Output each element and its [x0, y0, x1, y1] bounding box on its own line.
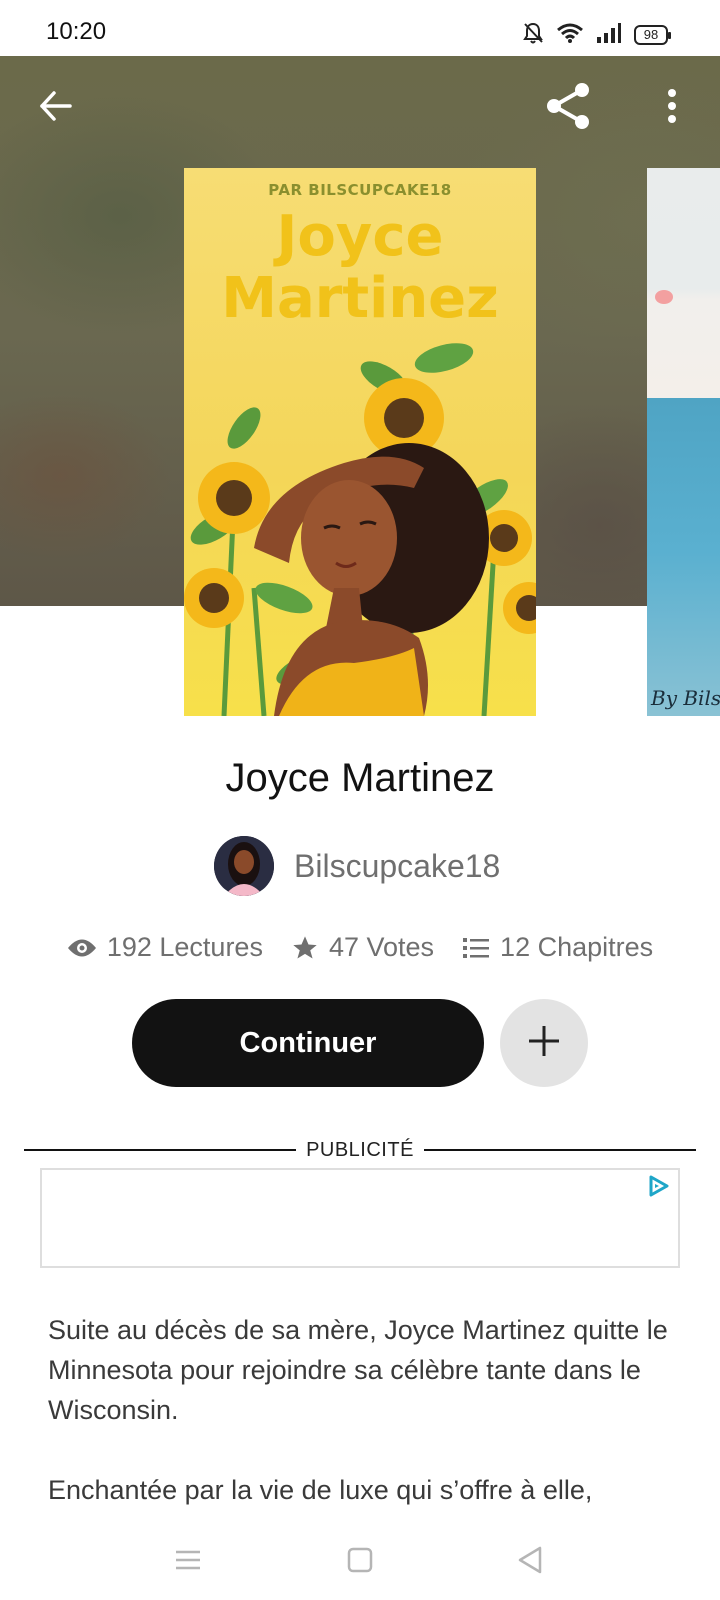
wifi-icon [556, 22, 584, 49]
share-button[interactable] [540, 80, 596, 136]
home-square-icon [346, 1546, 374, 1579]
chapters-stat[interactable]: 12 Chapitres [462, 932, 653, 963]
divider-line-right [424, 1149, 696, 1151]
eye-icon [67, 937, 97, 959]
status-time: 10:20 [46, 18, 107, 45]
cover-byline: PAR BILSCUPCAKE18 [268, 181, 452, 199]
next-cover-signature: By Bils [651, 686, 720, 710]
share-icon [542, 80, 594, 137]
back-triangle-icon [516, 1545, 544, 1580]
author-avatar [214, 836, 274, 896]
status-bar: 10:20 98 [0, 0, 720, 56]
author-link[interactable]: Bilscupcake18 [214, 835, 500, 897]
cover-title: Joyce Martinez [184, 206, 536, 330]
adchoices-icon[interactable] [646, 1174, 670, 1203]
story-cover[interactable]: PAR BILSCUPCAKE18 Joyce Martinez [184, 168, 536, 716]
status-icons: 98 [522, 21, 671, 50]
star-icon [291, 934, 319, 962]
votes-stat: 47 Votes [291, 932, 434, 963]
reads-stat: 192 Lectures [67, 932, 263, 963]
author-name: Bilscupcake18 [294, 847, 501, 884]
next-story-cover[interactable]: By Bils [647, 168, 720, 716]
bell-off-icon [522, 21, 544, 50]
system-nav-bar [0, 1520, 720, 1600]
flower-decoration [655, 290, 673, 304]
menu-icon [174, 1548, 202, 1577]
story-actions: Continuer [132, 999, 588, 1087]
more-vertical-icon [666, 88, 678, 129]
chapters-count: 12 Chapitres [500, 932, 654, 962]
add-to-library-button[interactable] [500, 999, 588, 1087]
ad-banner[interactable] [40, 1168, 680, 1268]
cover-title-line2: Martinez [221, 266, 499, 331]
ad-divider: PUBLICITÉ [24, 1136, 696, 1164]
battery-icon: 98 [634, 25, 671, 45]
reads-count: 192 Lectures [106, 932, 263, 962]
votes-count: 47 Votes [328, 932, 435, 962]
plus-icon [527, 1024, 561, 1063]
story-stats: 192 Lectures 47 Votes 12 Chapitres [0, 932, 720, 963]
description-paragraph: Enchantée par la vie de luxe qui s’offre… [48, 1475, 593, 1505]
story-description: Suite au décès de sa mère, Joyce Martine… [48, 1310, 672, 1550]
story-title: Joyce Martinez [225, 756, 495, 800]
recent-apps-button[interactable] [158, 1540, 218, 1584]
cover-title-line1: Joyce [276, 204, 444, 269]
continue-button[interactable]: Continuer [132, 999, 484, 1087]
list-icon [462, 936, 490, 960]
signal-icon [596, 22, 622, 49]
system-back-button[interactable] [500, 1540, 560, 1584]
back-arrow-icon [38, 88, 74, 129]
home-button[interactable] [330, 1540, 390, 1584]
description-paragraph: Suite au décès de sa mère, Joyce Martine… [48, 1315, 668, 1425]
back-button[interactable] [28, 80, 84, 136]
more-options-button[interactable] [644, 80, 700, 136]
